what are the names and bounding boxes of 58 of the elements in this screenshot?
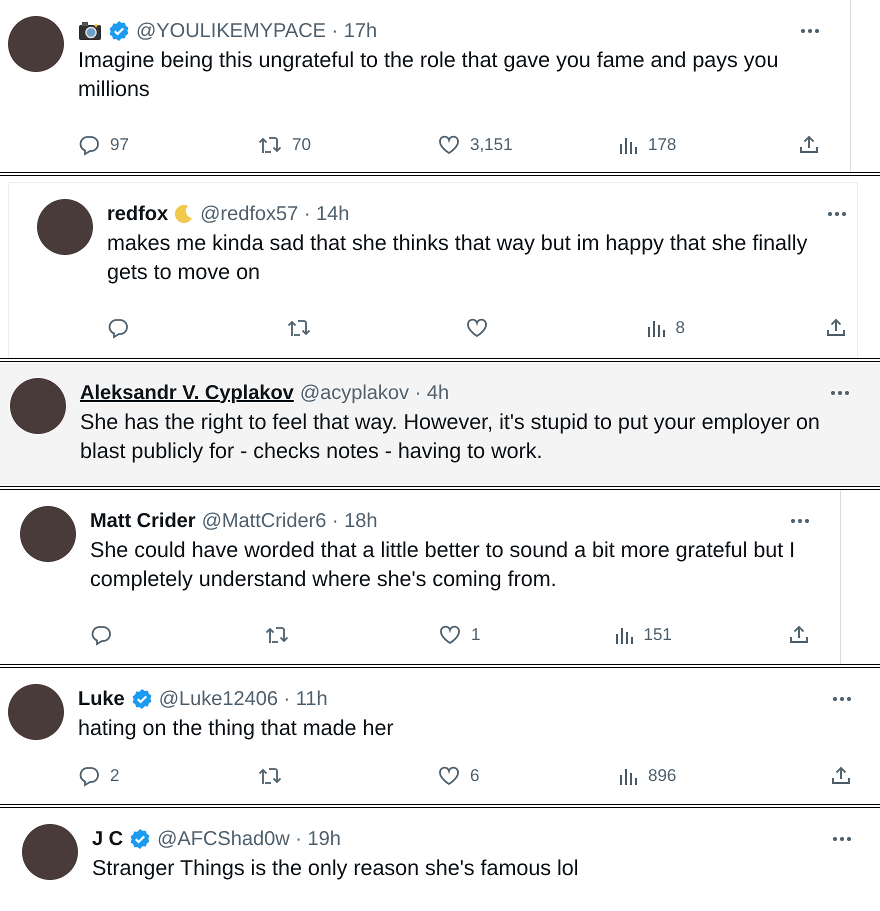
- user-name[interactable]: J C: [92, 828, 124, 850]
- upload-icon: [825, 317, 847, 339]
- bar-chart-icon: [618, 766, 638, 786]
- more-icon[interactable]: [790, 518, 810, 524]
- speech-bubble-icon: [78, 765, 100, 787]
- handle-and-time: @acyplakov · 4h: [300, 382, 450, 404]
- repost-arrows-icon: [286, 317, 310, 339]
- repost-arrows-icon: [264, 624, 288, 646]
- bar-chart-icon: [646, 318, 666, 338]
- more-icon[interactable]: [832, 836, 852, 842]
- verified-badge-icon: [129, 828, 152, 850]
- more-icon[interactable]: [832, 696, 852, 702]
- speech-bubble-icon: [90, 624, 112, 646]
- user-name[interactable]: Matt Crider: [90, 510, 196, 532]
- more-icon[interactable]: [800, 28, 820, 34]
- speech-bubble-icon: [78, 134, 100, 156]
- tweet-text: She has the right to feel that way. However, it's stupid to put your employer on blast publicly for - checks notes - having to work.: [80, 409, 821, 465]
- camera-icon: [78, 21, 102, 41]
- view-count: 178: [648, 135, 676, 155]
- verified-badge-icon: [108, 20, 130, 42]
- upload-icon: [788, 624, 810, 646]
- heart-icon: [439, 624, 461, 646]
- bar-chart-icon: [614, 625, 634, 645]
- handle-and-time: @redfox57 · 14h: [200, 202, 350, 226]
- like-count: 6: [470, 766, 480, 786]
- view-count: 8: [676, 318, 685, 338]
- like-count: 3,151: [470, 135, 513, 155]
- tweet-text: Imagine being this ungrateful to the role that gave you fame and pays you millions: [78, 47, 780, 103]
- user-name[interactable]: Aleksandr V. Cyplakov: [80, 382, 294, 404]
- heart-icon: [438, 134, 460, 156]
- speech-bubble-icon: [107, 317, 129, 339]
- upload-icon: [830, 765, 852, 787]
- verified-badge-icon: [130, 688, 153, 710]
- tweet-text: Stranger Things is the only reason she's famous lol: [92, 855, 580, 882]
- reply-count: 2: [110, 766, 120, 786]
- more-icon[interactable]: [827, 211, 847, 217]
- handle-and-time: @YOULIKEMYPACE · 17h: [136, 20, 378, 42]
- tweet-text: makes me kinda sad that she thinks that way but im happy that she finally gets to move on: [107, 230, 808, 286]
- repost-arrows-icon: [258, 765, 282, 787]
- user-name[interactable]: Luke: [78, 688, 125, 710]
- handle-and-time: @Luke12406 · 11h: [158, 688, 328, 710]
- tweet-text: She could have worded that a little better to sound a bit more grateful but I completely understand where she's coming from.: [90, 537, 796, 593]
- tweet-text: hating on the thing that made her: [78, 715, 395, 742]
- bar-chart-icon: [618, 135, 638, 155]
- view-count: 896: [648, 766, 676, 786]
- handle-and-time: @MattCrider6 · 18h: [202, 510, 378, 532]
- more-icon[interactable]: [830, 390, 850, 396]
- like-count: 1: [471, 625, 480, 645]
- repost-arrows-icon: [258, 134, 282, 156]
- upload-icon: [798, 134, 820, 156]
- heart-icon: [466, 317, 488, 339]
- reply-count: 97: [110, 135, 129, 155]
- crescent-moon-icon: [174, 204, 194, 224]
- heart-icon: [438, 765, 460, 787]
- repost-count: 70: [292, 135, 311, 155]
- user-name[interactable]: redfox: [107, 202, 168, 226]
- handle-and-time: @AFCShad0w · 19h: [157, 828, 341, 850]
- view-count: 151: [644, 625, 672, 645]
